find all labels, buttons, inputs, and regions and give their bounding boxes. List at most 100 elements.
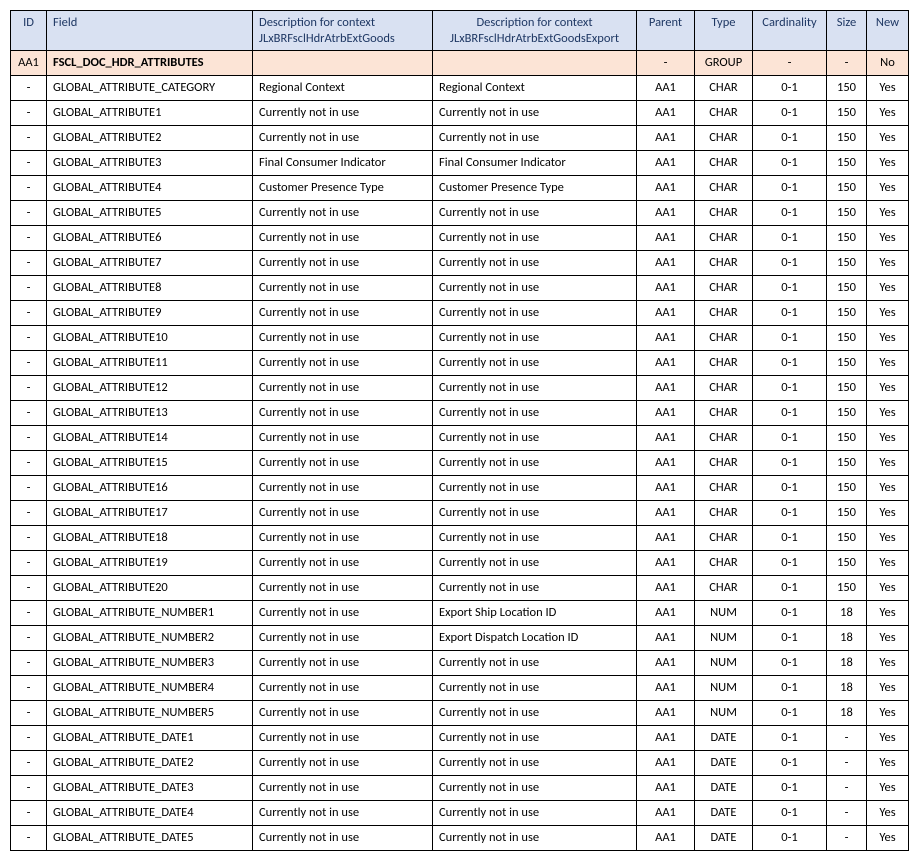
cell-size: 150: [827, 501, 867, 526]
cell-id: -: [11, 701, 47, 726]
cell-id: -: [11, 226, 47, 251]
cell-type: CHAR: [695, 326, 753, 351]
cell-desc2: Currently not in use: [433, 826, 637, 851]
cell-field: GLOBAL_ATTRIBUTE15: [47, 451, 253, 476]
cell-type: CHAR: [695, 501, 753, 526]
cell-parent: AA1: [637, 326, 695, 351]
cell-field: GLOBAL_ATTRIBUTE2: [47, 126, 253, 151]
table-row: -GLOBAL_ATTRIBUTE9Currently not in useCu…: [11, 301, 909, 326]
cell-id: -: [11, 626, 47, 651]
cell-size: 150: [827, 476, 867, 501]
cell-new: Yes: [867, 626, 909, 651]
cell-cardinality: 0-1: [753, 126, 827, 151]
cell-field: GLOBAL_ATTRIBUTE_CATEGORY: [47, 76, 253, 101]
cell-id: -: [11, 651, 47, 676]
cell-id: -: [11, 376, 47, 401]
col-cardinality: Cardinality: [753, 11, 827, 51]
cell-type: CHAR: [695, 201, 753, 226]
cell-type: CHAR: [695, 276, 753, 301]
cell-id: -: [11, 801, 47, 826]
cell-id: -: [11, 501, 47, 526]
table-row: -GLOBAL_ATTRIBUTE_DATE5Currently not in …: [11, 826, 909, 851]
cell-type: CHAR: [695, 126, 753, 151]
cell-id: -: [11, 826, 47, 851]
cell-new: Yes: [867, 276, 909, 301]
cell-type: DATE: [695, 751, 753, 776]
cell-field: GLOBAL_ATTRIBUTE3: [47, 151, 253, 176]
cell-desc2: Currently not in use: [433, 801, 637, 826]
cell-size: 150: [827, 176, 867, 201]
cell-parent: AA1: [637, 526, 695, 551]
cell-desc1: Currently not in use: [253, 426, 433, 451]
cell-new: Yes: [867, 701, 909, 726]
col-desc2: Description for context JLxBRFsclHdrAtrb…: [433, 11, 637, 51]
cell-field: GLOBAL_ATTRIBUTE_NUMBER1: [47, 601, 253, 626]
cell-cardinality: 0-1: [753, 176, 827, 201]
table-row: -GLOBAL_ATTRIBUTE_NUMBER3Currently not i…: [11, 651, 909, 676]
cell-cardinality: 0-1: [753, 801, 827, 826]
cell-type: CHAR: [695, 576, 753, 601]
cell-cardinality: 0-1: [753, 751, 827, 776]
table-row: -GLOBAL_ATTRIBUTE17Currently not in useC…: [11, 501, 909, 526]
cell-desc1: Currently not in use: [253, 826, 433, 851]
cell-parent: AA1: [637, 676, 695, 701]
cell-new: Yes: [867, 526, 909, 551]
cell-desc2: [433, 51, 637, 76]
table-row: -GLOBAL_ATTRIBUTE_NUMBER5Currently not i…: [11, 701, 909, 726]
cell-desc1: [253, 51, 433, 76]
table-row: -GLOBAL_ATTRIBUTE_NUMBER1Currently not i…: [11, 601, 909, 626]
cell-size: 150: [827, 376, 867, 401]
cell-parent: AA1: [637, 126, 695, 151]
table-row: -GLOBAL_ATTRIBUTE3Final Consumer Indicat…: [11, 151, 909, 176]
cell-desc1: Currently not in use: [253, 226, 433, 251]
cell-field: GLOBAL_ATTRIBUTE_NUMBER4: [47, 676, 253, 701]
table-row: -GLOBAL_ATTRIBUTE10Currently not in useC…: [11, 326, 909, 351]
cell-field: GLOBAL_ATTRIBUTE_DATE3: [47, 776, 253, 801]
table-row: AA1FSCL_DOC_HDR_ATTRIBUTES-GROUP--No: [11, 51, 909, 76]
cell-id: -: [11, 251, 47, 276]
cell-field: GLOBAL_ATTRIBUTE18: [47, 526, 253, 551]
table-row: -GLOBAL_ATTRIBUTE4Customer Presence Type…: [11, 176, 909, 201]
cell-type: DATE: [695, 726, 753, 751]
cell-size: -: [827, 826, 867, 851]
cell-cardinality: 0-1: [753, 776, 827, 801]
cell-cardinality: -: [753, 51, 827, 76]
cell-desc1: Currently not in use: [253, 126, 433, 151]
cell-field: GLOBAL_ATTRIBUTE_DATE1: [47, 726, 253, 751]
col-new: New: [867, 11, 909, 51]
cell-desc1: Currently not in use: [253, 526, 433, 551]
cell-size: 150: [827, 276, 867, 301]
cell-size: -: [827, 51, 867, 76]
cell-parent: AA1: [637, 226, 695, 251]
cell-type: CHAR: [695, 251, 753, 276]
cell-field: GLOBAL_ATTRIBUTE13: [47, 401, 253, 426]
cell-new: Yes: [867, 576, 909, 601]
table-row: -GLOBAL_ATTRIBUTE_CATEGORYRegional Conte…: [11, 76, 909, 101]
cell-parent: AA1: [637, 376, 695, 401]
cell-parent: AA1: [637, 776, 695, 801]
cell-parent: AA1: [637, 476, 695, 501]
cell-parent: AA1: [637, 351, 695, 376]
cell-type: CHAR: [695, 351, 753, 376]
col-id: ID: [11, 11, 47, 51]
cell-size: -: [827, 801, 867, 826]
cell-desc1: Currently not in use: [253, 476, 433, 501]
cell-field: GLOBAL_ATTRIBUTE6: [47, 226, 253, 251]
cell-parent: AA1: [637, 401, 695, 426]
cell-size: -: [827, 726, 867, 751]
cell-desc1: Currently not in use: [253, 551, 433, 576]
cell-desc2: Currently not in use: [433, 676, 637, 701]
cell-id: -: [11, 751, 47, 776]
cell-desc1: Currently not in use: [253, 301, 433, 326]
cell-new: Yes: [867, 826, 909, 851]
cell-cardinality: 0-1: [753, 501, 827, 526]
cell-parent: AA1: [637, 151, 695, 176]
cell-type: DATE: [695, 826, 753, 851]
cell-field: GLOBAL_ATTRIBUTE4: [47, 176, 253, 201]
cell-cardinality: 0-1: [753, 401, 827, 426]
cell-new: Yes: [867, 601, 909, 626]
cell-new: Yes: [867, 376, 909, 401]
cell-type: CHAR: [695, 426, 753, 451]
cell-field: GLOBAL_ATTRIBUTE1: [47, 101, 253, 126]
table-row: -GLOBAL_ATTRIBUTE5Currently not in useCu…: [11, 201, 909, 226]
